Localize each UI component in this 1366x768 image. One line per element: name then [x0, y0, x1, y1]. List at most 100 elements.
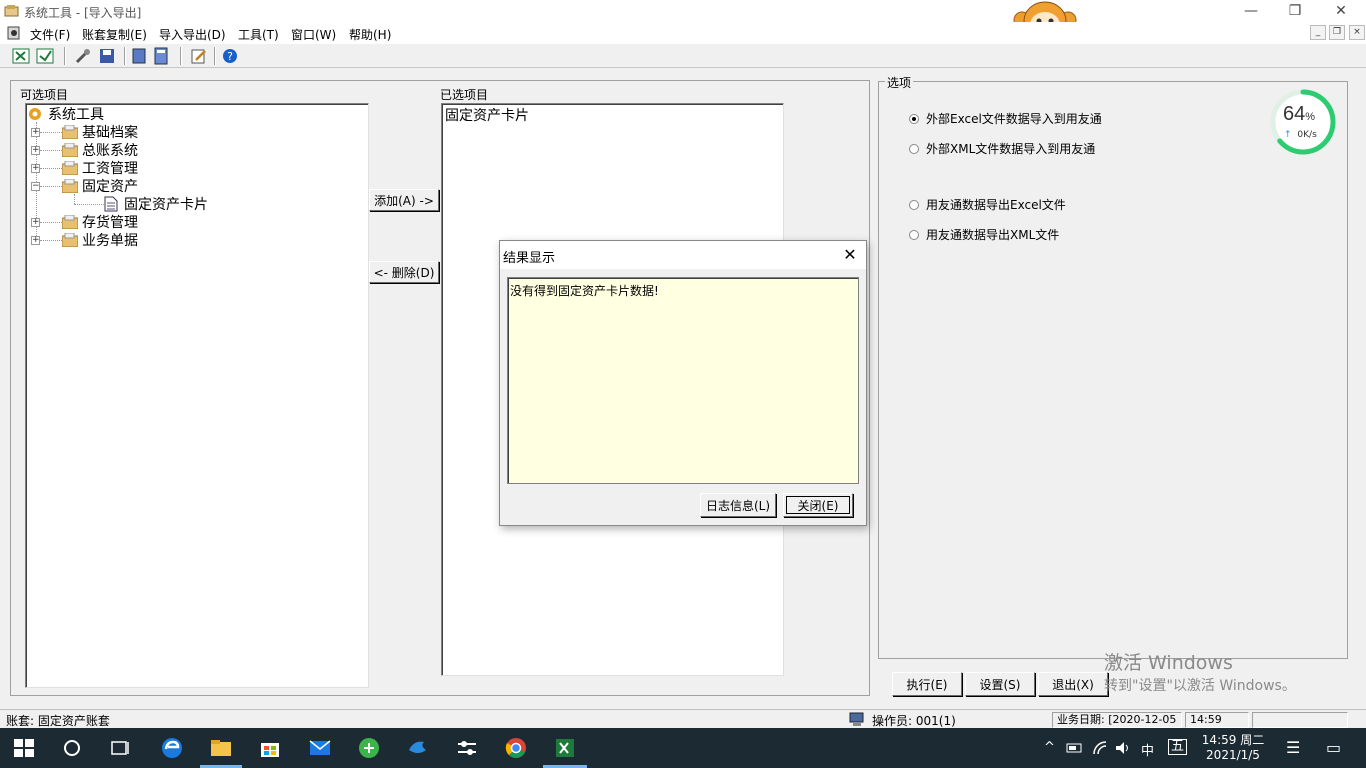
document-icon: [104, 196, 118, 212]
mdi-minimize-button[interactable]: _: [1310, 25, 1326, 40]
percent-value: 64%: [1283, 103, 1316, 125]
menu-file[interactable]: 文件(F): [30, 26, 70, 43]
toolbar: ?: [0, 44, 1366, 68]
folder-icon: [62, 161, 78, 175]
task-view-icon[interactable]: [108, 736, 132, 760]
excel-import-icon[interactable]: [12, 47, 30, 65]
volume-icon[interactable]: [1114, 740, 1132, 756]
title-bar: 系统工具 - [导入导出] — ❐ ✕: [0, 0, 1366, 41]
mail-icon[interactable]: [308, 736, 332, 760]
add-button[interactable]: 添加(A) ->: [369, 189, 439, 211]
option-excel-export[interactable]: 用友通数据导出Excel文件: [909, 196, 1066, 213]
status-business-date: 业务日期: [2020-12-05: [1052, 712, 1182, 728]
expand-icon[interactable]: +: [31, 163, 40, 173]
available-items-tree[interactable]: 系统工具 + 基础档案 + 总账系统 + 工资管理 − 固定资产 固定资产卡片 …: [25, 103, 369, 688]
option-xml-import[interactable]: 外部XML文件数据导入到用友通: [909, 140, 1095, 157]
network-speed-widget[interactable]: 64% ↑ 0K/s: [1270, 89, 1336, 155]
close-window-button[interactable]: ✕: [1318, 0, 1364, 22]
radio-xml-export[interactable]: [909, 229, 919, 240]
notification-icon[interactable]: ☰: [1286, 738, 1300, 757]
book-icon[interactable]: [130, 47, 148, 65]
operator-icon: [849, 712, 864, 726]
result-dialog: 结果显示 ✕ 没有得到固定资产卡片数据! 日志信息(L) 关闭(E): [499, 240, 867, 526]
dialog-title-bar: 结果显示 ✕: [500, 241, 866, 269]
ime-wubi-indicator[interactable]: 五: [1168, 739, 1188, 755]
menu-account-copy[interactable]: 账套复制(E): [82, 26, 147, 43]
mdi-restore-button[interactable]: ❐: [1329, 25, 1345, 40]
menu-bar: 文件(F) 账套复制(E) 导入导出(D) 工具(T) 窗口(W) 帮助(H): [0, 22, 1366, 44]
app-green-icon[interactable]: [357, 736, 381, 760]
dialog-close-icon[interactable]: ✕: [838, 244, 862, 266]
options-label: 选项: [885, 74, 914, 91]
window-title: 系统工具 - [导入导出]: [24, 6, 142, 20]
folder-icon: [62, 215, 78, 229]
expand-icon[interactable]: +: [31, 217, 40, 227]
edit-icon[interactable]: [190, 47, 208, 65]
radio-excel-import[interactable]: [909, 113, 919, 124]
expand-icon[interactable]: +: [31, 235, 40, 245]
tool-icon[interactable]: [74, 47, 92, 65]
menu-tools[interactable]: 工具(T): [238, 26, 279, 43]
mdi-close-button[interactable]: ×: [1349, 25, 1365, 40]
option-xml-export[interactable]: 用友通数据导出XML文件: [909, 226, 1059, 243]
radio-excel-export[interactable]: [909, 199, 919, 210]
minimize-button[interactable]: —: [1228, 0, 1274, 22]
store-icon[interactable]: [258, 736, 282, 760]
svg-text:?: ?: [227, 50, 233, 63]
dialog-title: 结果显示: [503, 251, 556, 266]
collapse-icon[interactable]: −: [31, 181, 40, 191]
folder-open-icon: [62, 179, 78, 193]
list-item[interactable]: 固定资产卡片: [445, 105, 529, 125]
activation-watermark-subtitle: 转到"设置"以激活 Windows。: [1104, 678, 1296, 694]
ime-chinese-indicator[interactable]: 中: [1141, 740, 1154, 759]
tree-item-base[interactable]: + 基础档案: [31, 123, 138, 141]
wifi-icon[interactable]: [1092, 740, 1108, 756]
settings-tool-icon[interactable]: [455, 736, 479, 760]
edge-icon[interactable]: [160, 736, 184, 760]
tree-item-inventory[interactable]: + 存货管理: [31, 213, 138, 231]
menu-help[interactable]: 帮助(H): [349, 26, 391, 43]
action-center-icon[interactable]: ▭: [1326, 738, 1341, 757]
file-explorer-icon[interactable]: [209, 736, 233, 760]
options-group: [878, 81, 1348, 659]
result-text-area[interactable]: 没有得到固定资产卡片数据!: [507, 277, 859, 484]
log-info-button[interactable]: 日志信息(L): [700, 493, 776, 517]
search-icon[interactable]: [60, 736, 84, 760]
settings-button[interactable]: 设置(S): [965, 672, 1035, 696]
execute-button[interactable]: 执行(E): [892, 672, 962, 696]
available-items-label: 可选项目: [20, 88, 69, 102]
start-windows-icon[interactable]: [12, 736, 36, 760]
tree-item-asset-card[interactable]: 固定资产卡片: [74, 195, 208, 213]
delete-button[interactable]: <- 删除(D): [369, 261, 439, 283]
tray-caret-icon[interactable]: ^: [1044, 740, 1055, 755]
tree-item-payroll[interactable]: + 工资管理: [31, 159, 138, 177]
excel-icon[interactable]: [553, 736, 577, 760]
status-operator: 操作员: 001(1): [872, 714, 956, 728]
exit-button[interactable]: 退出(X): [1038, 672, 1108, 696]
upload-arrow-icon: ↑: [1284, 130, 1292, 140]
radio-xml-import[interactable]: [909, 143, 919, 154]
tree-root[interactable]: 系统工具: [26, 105, 104, 123]
restore-button[interactable]: ❐: [1272, 0, 1318, 22]
tree-item-ledger[interactable]: + 总账系统: [31, 141, 138, 159]
help-icon[interactable]: ?: [221, 47, 239, 65]
tree-item-documents[interactable]: + 业务单据: [31, 231, 138, 249]
dialog-close-button[interactable]: 关闭(E): [783, 493, 853, 517]
excel-export-icon[interactable]: [36, 47, 54, 65]
status-time: 14:59: [1185, 712, 1249, 728]
status-bar: 账套: 固定资产账套 操作员: 001(1) 业务日期: [2020-12-05…: [0, 709, 1366, 729]
expand-icon[interactable]: +: [31, 145, 40, 155]
option-excel-import[interactable]: 外部Excel文件数据导入到用友通: [909, 110, 1102, 127]
menu-window[interactable]: 窗口(W): [291, 26, 336, 43]
status-account: 账套: 固定资产账套: [6, 714, 110, 728]
calculator-icon[interactable]: [152, 47, 170, 65]
expand-icon[interactable]: +: [31, 127, 40, 137]
chrome-icon[interactable]: [504, 736, 528, 760]
tree-item-fixed-assets[interactable]: − 固定资产: [31, 177, 138, 195]
app-bird-icon[interactable]: [406, 736, 430, 760]
battery-icon[interactable]: [1066, 741, 1084, 755]
taskbar-clock[interactable]: 14:59 周二 2021/1/5: [1200, 731, 1266, 762]
save-icon[interactable]: [98, 47, 116, 65]
selected-items-label: 已选项目: [440, 88, 489, 102]
menu-import-export[interactable]: 导入导出(D): [159, 26, 226, 43]
